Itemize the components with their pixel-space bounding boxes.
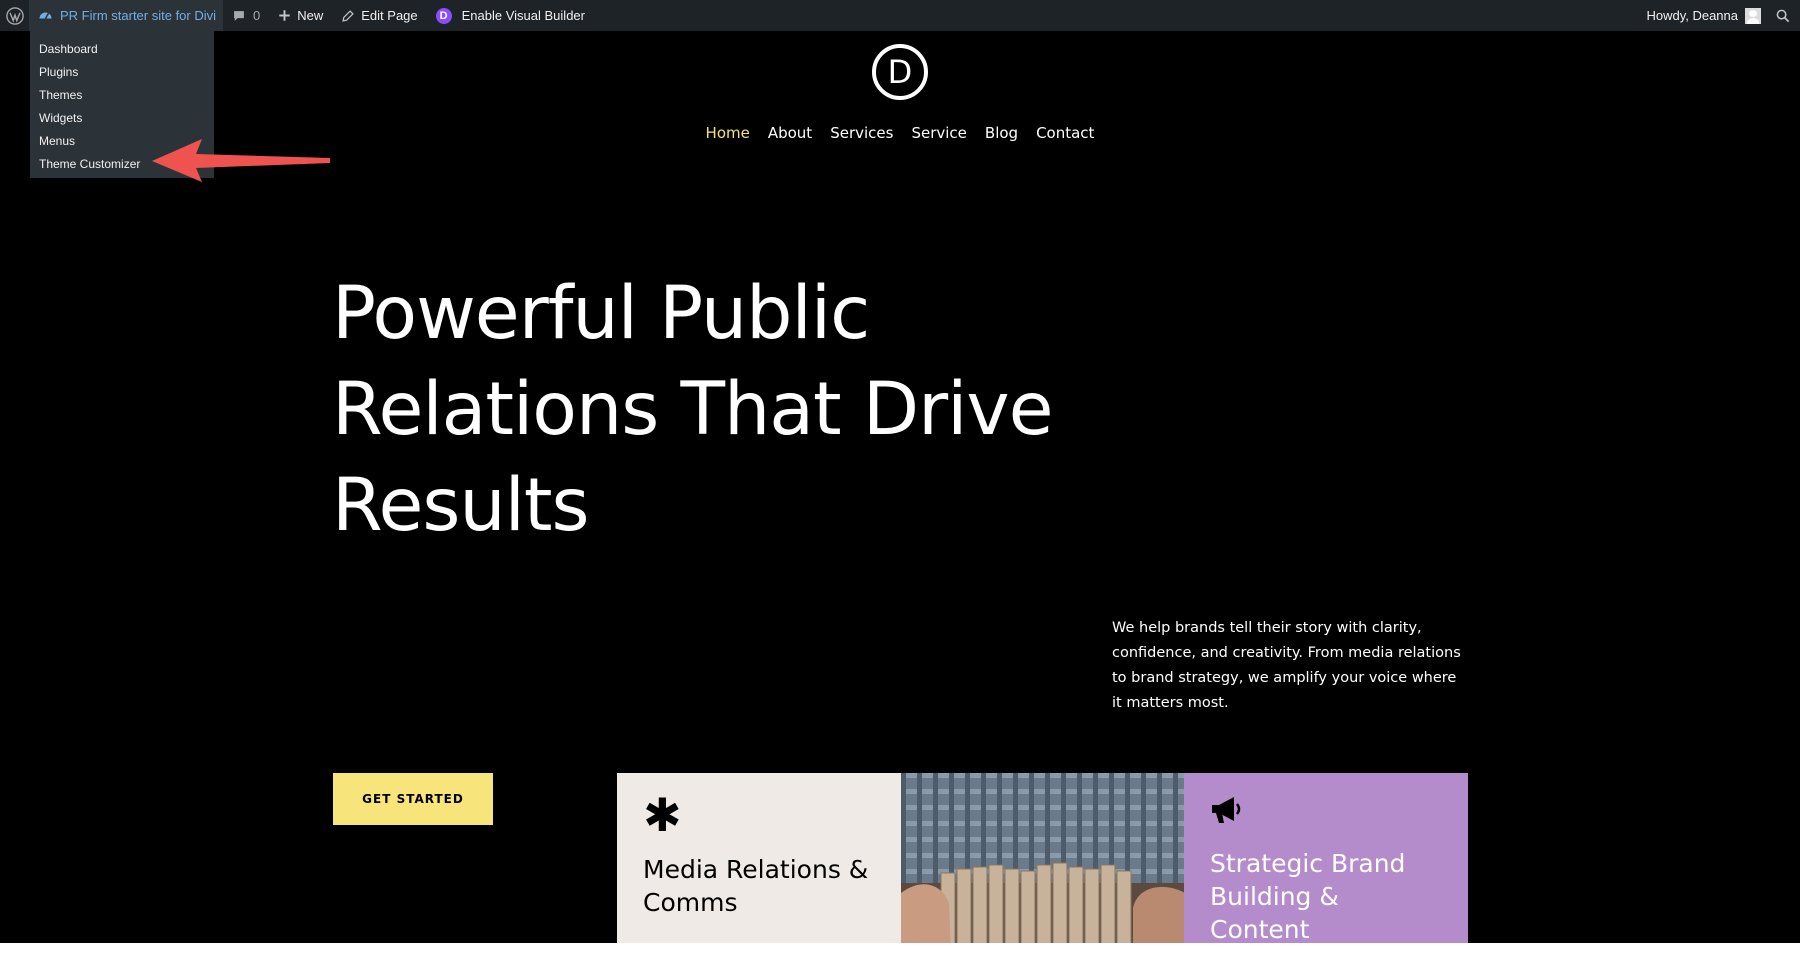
edit-page-label: Edit Page bbox=[361, 8, 418, 23]
strategic-brand-card[interactable]: Strategic Brand Building & Content bbox=[1184, 773, 1468, 953]
hero-heading-line-3: Results bbox=[332, 463, 590, 548]
my-account-menu[interactable]: Howdy, Deanna bbox=[1637, 0, 1770, 31]
site-name-menu[interactable]: PR Firm starter site for Divi bbox=[29, 0, 224, 31]
wp-admin-bar: PR Firm starter site for Divi 0 New Edit… bbox=[0, 0, 1800, 31]
hero-heading-line-2: Relations That Drive bbox=[332, 367, 1053, 452]
comment-bubble-icon bbox=[232, 9, 246, 23]
comments-link[interactable]: 0 bbox=[223, 0, 269, 31]
comments-count: 0 bbox=[253, 8, 261, 23]
avatar bbox=[1745, 7, 1761, 24]
annotation-arrow-icon bbox=[152, 139, 330, 182]
nav-blog[interactable]: Blog bbox=[976, 124, 1027, 142]
menu-item-plugins[interactable]: Plugins bbox=[30, 61, 214, 84]
divi-site-logo[interactable]: D bbox=[872, 44, 928, 100]
menu-item-dashboard[interactable]: Dashboard bbox=[30, 38, 214, 61]
site-name-label: PR Firm starter site for Divi bbox=[60, 8, 217, 23]
hero-heading: Powerful Public Relations That Drive Res… bbox=[332, 266, 1132, 554]
pencil-icon bbox=[341, 9, 355, 23]
get-started-button[interactable]: GET STARTED bbox=[333, 773, 493, 825]
visual-builder-label: Enable Visual Builder bbox=[461, 8, 585, 23]
admin-bar-search[interactable] bbox=[1770, 0, 1800, 31]
dashboard-gauge-icon bbox=[38, 8, 53, 23]
megaphone-icon bbox=[1210, 797, 1244, 829]
edit-page-link[interactable]: Edit Page bbox=[332, 0, 426, 31]
menu-item-themes[interactable]: Themes bbox=[30, 84, 214, 107]
media-relations-card[interactable]: ✱ Media Relations & Comms bbox=[617, 773, 901, 953]
admin-bar-secondary: Howdy, Deanna bbox=[1637, 0, 1800, 31]
strategic-brand-title: Strategic Brand Building & Content bbox=[1210, 849, 1406, 944]
wordpress-logo-icon[interactable] bbox=[0, 0, 29, 31]
new-label: New bbox=[297, 8, 324, 23]
plus-icon bbox=[278, 9, 291, 22]
media-relations-title: Media Relations & Comms bbox=[643, 855, 869, 917]
nav-home[interactable]: Home bbox=[697, 124, 759, 142]
hero-description: We help brands tell their story with cla… bbox=[1112, 620, 1461, 711]
wooden-blocks-image bbox=[901, 773, 1185, 953]
page-bottom-edge bbox=[0, 943, 1800, 953]
nav-services[interactable]: Services bbox=[821, 124, 902, 142]
enable-visual-builder-link[interactable]: D Enable Visual Builder bbox=[427, 0, 594, 31]
wooden-blocks-photo bbox=[901, 773, 1185, 953]
asterisk-icon: ✱ bbox=[643, 788, 682, 842]
hero-heading-line-1: Powerful Public bbox=[332, 271, 870, 356]
nav-about[interactable]: About bbox=[759, 124, 821, 142]
new-content-menu[interactable]: New bbox=[269, 0, 332, 31]
search-icon bbox=[1776, 9, 1790, 23]
divi-logo-icon: D bbox=[435, 7, 452, 24]
nav-contact[interactable]: Contact bbox=[1027, 124, 1103, 142]
nav-service[interactable]: Service bbox=[902, 124, 975, 142]
howdy-label: Howdy, Deanna bbox=[1646, 8, 1738, 23]
menu-item-widgets[interactable]: Widgets bbox=[30, 107, 214, 130]
